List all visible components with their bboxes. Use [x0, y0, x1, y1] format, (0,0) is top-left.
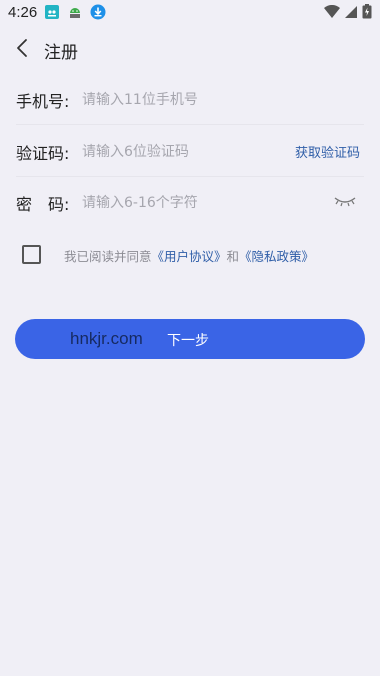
next-step-label: 下一步 — [167, 333, 209, 349]
phone-input[interactable] — [80, 86, 294, 114]
status-bar: 4:26 — [0, 0, 380, 26]
agreement-connector: 和 — [226, 249, 240, 264]
wifi-icon — [324, 4, 340, 24]
next-step-button[interactable]: hnkjr.com 下一步 — [15, 319, 365, 359]
password-label: 密 码: — [16, 195, 70, 214]
verification-code-row: 验证码: 获取验证码 — [16, 128, 364, 177]
battery-icon — [362, 4, 372, 24]
hero-app-icon — [44, 4, 60, 20]
agreement-checkbox[interactable] — [22, 245, 41, 264]
password-row: 密 码: — [16, 179, 364, 227]
watermark-text: hnkjr.com — [70, 329, 143, 348]
verification-code-label: 验证码: — [16, 144, 70, 163]
agreement-prefix: 我已阅读并同意 — [64, 249, 152, 264]
verification-code-input[interactable] — [80, 138, 294, 166]
page-title: 注册 — [44, 43, 78, 63]
eye-closed-icon[interactable] — [334, 193, 356, 209]
agreement-text: 我已阅读并同意《用户协议》和《隐私政策》 — [64, 246, 314, 265]
phone-label: 手机号: — [16, 92, 70, 111]
user-agreement-link[interactable]: 《用户协议》 — [152, 249, 227, 264]
password-input[interactable] — [80, 189, 294, 217]
phone-row: 手机号: — [16, 76, 364, 125]
status-time: 4:26 — [8, 4, 38, 21]
download-icon — [90, 4, 106, 20]
agreement-row: 我已阅读并同意《用户协议》和《隐私政策》 — [22, 245, 362, 267]
status-right-icons — [324, 4, 372, 24]
back-button[interactable] — [10, 36, 34, 64]
privacy-policy-link[interactable]: 《隐私政策》 — [239, 249, 314, 264]
android-icon — [67, 4, 83, 20]
app-header: 注册 — [0, 30, 380, 70]
get-code-button[interactable]: 获取验证码 — [295, 142, 360, 161]
signal-icon — [344, 5, 358, 24]
chevron-left-icon — [16, 38, 28, 62]
